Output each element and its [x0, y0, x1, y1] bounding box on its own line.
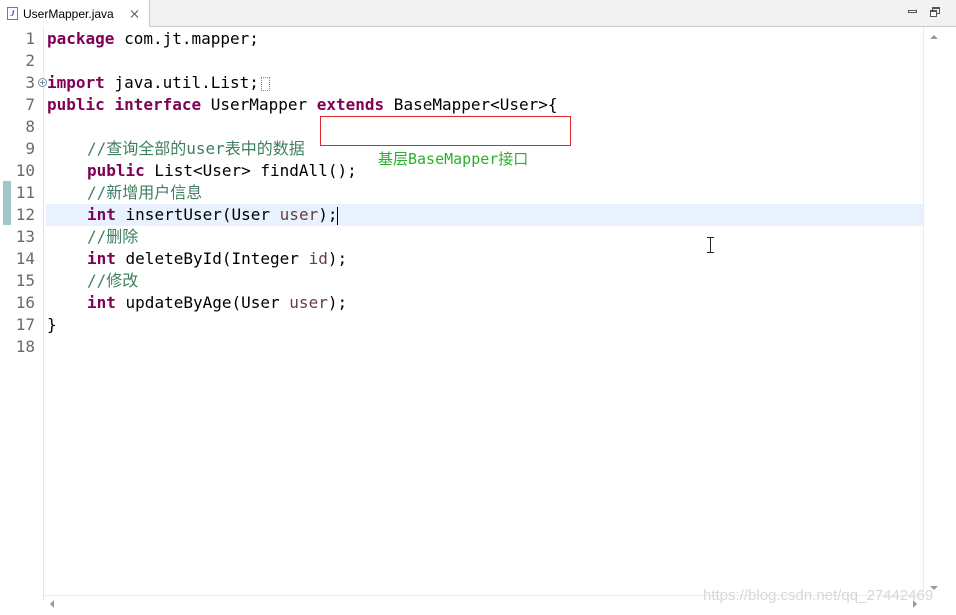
code-text-area[interactable]: package com.jt.mapper; import java.util.…: [46, 27, 923, 601]
code-text: insertUser(User: [115, 205, 280, 224]
annotation-label: 基层BaseMapper接口: [378, 150, 529, 168]
tab-usermapper-java[interactable]: J UserMapper.java: [0, 0, 150, 27]
java-file-icon: J: [7, 7, 18, 20]
line-number: 8: [25, 117, 35, 136]
line-number: 12: [15, 205, 35, 224]
line-number: 9: [25, 139, 35, 158]
parameter: user: [289, 293, 328, 312]
line-number: 10: [15, 161, 35, 180]
text-caret: [337, 206, 339, 225]
parameter: id: [308, 249, 328, 268]
code-text: java.util.List;: [104, 73, 259, 92]
collapsed-imports-marker[interactable]: [260, 76, 270, 91]
line-number: 7: [25, 95, 35, 114]
code-text: deleteById(Integer: [115, 249, 309, 268]
code-text: UserMapper: [201, 95, 317, 114]
line-number-ruler: 1 2 3 7 8 9 10 11 12 13 14 15 16 17 18 +: [4, 27, 47, 601]
code-line-12: int insertUser(User user);: [87, 204, 339, 226]
code-text: BaseMapper<User>{: [384, 95, 558, 114]
code-line-1: package com.jt.mapper;: [47, 28, 259, 50]
parameter: user: [279, 205, 319, 224]
extends-highlight-box: [320, 116, 571, 146]
keyword: interface: [114, 95, 202, 114]
code-line-11: //新增用户信息: [87, 183, 203, 202]
keyword: extends: [316, 95, 385, 114]
code-line-16: int updateByAge(User user);: [87, 292, 347, 314]
line-number: 1: [25, 29, 35, 48]
code-line-14: int deleteById(Integer id);: [87, 248, 347, 270]
line-number: 17: [15, 315, 35, 334]
line-number: 11: [15, 183, 35, 202]
keyword: public: [87, 161, 145, 180]
code-editor[interactable]: 1 2 3 7 8 9 10 11 12 13 14 15 16 17 18 +…: [0, 27, 956, 615]
line-number: 18: [15, 337, 35, 356]
keyword: public: [47, 95, 105, 114]
editor-tab-bar: J UserMapper.java: [0, 0, 956, 27]
line-number: 14: [15, 249, 35, 268]
close-icon[interactable]: [129, 8, 141, 20]
keyword: int: [87, 205, 116, 224]
line-number: 2: [25, 51, 35, 70]
code-text: com.jt.mapper;: [114, 29, 259, 48]
code-line-9: //查询全部的user表中的数据: [87, 139, 305, 158]
scroll-left-icon[interactable]: [50, 600, 54, 608]
line-number: 15: [15, 271, 35, 290]
code-text: updateByAge(User: [115, 293, 290, 312]
line-number: 16: [15, 293, 35, 312]
scroll-up-icon[interactable]: [930, 35, 938, 39]
keyword: int: [87, 249, 116, 268]
maximize-icon[interactable]: [929, 6, 941, 18]
code-text: );: [327, 249, 348, 268]
keyword: package: [47, 29, 115, 48]
code-text: List<User> findAll();: [144, 161, 357, 180]
code-line-13: //删除: [87, 227, 139, 246]
keyword: int: [87, 293, 116, 312]
code-line-3: import java.util.List;: [47, 72, 270, 94]
minimize-icon[interactable]: [907, 6, 919, 18]
keyword: import: [47, 73, 105, 92]
code-line-10: public List<User> findAll();: [87, 160, 357, 182]
tab-label: UserMapper.java: [23, 6, 114, 21]
line-number: 3: [25, 73, 35, 92]
code-line-7: public interface UserMapper extends Base…: [47, 94, 558, 116]
ibeam-cursor-icon: [705, 237, 717, 253]
code-line-15: //修改: [87, 271, 139, 290]
vertical-scrollbar[interactable]: [923, 27, 943, 598]
watermark: https://blog.csdn.net/qq_27442469: [703, 587, 934, 604]
code-line-17: }: [47, 315, 57, 334]
code-text: );: [318, 205, 338, 224]
code-text: );: [327, 293, 348, 312]
line-number: 13: [15, 227, 35, 246]
